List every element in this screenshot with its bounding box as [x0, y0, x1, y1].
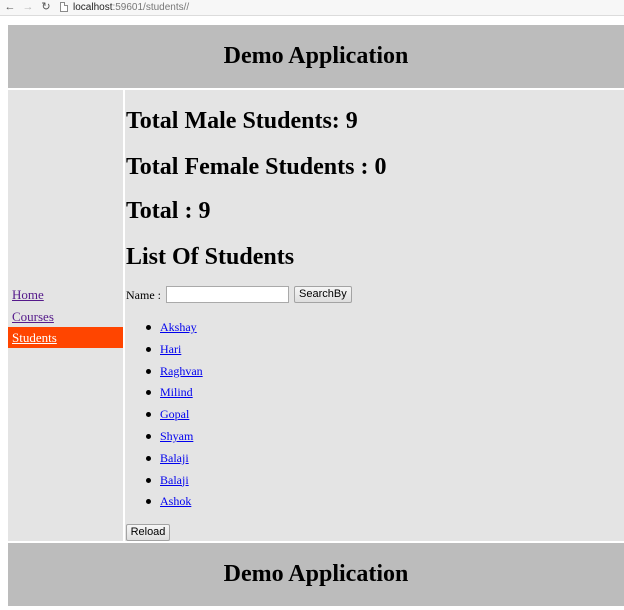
total-heading: Total : 9	[126, 198, 211, 224]
sidebar-item-students[interactable]: Students	[8, 327, 123, 348]
total-female-heading: Total Female Students : 0	[126, 154, 387, 180]
url-host: localhost	[73, 2, 113, 13]
page-header: Demo Application	[8, 25, 624, 88]
search-input[interactable]	[166, 286, 289, 303]
address-bar[interactable]: localhost:59601/students//	[73, 1, 189, 14]
list-item: Milind	[125, 381, 203, 403]
main-content: Total Male Students: 9 Total Female Stud…	[125, 90, 624, 541]
footer-title: Demo Application	[223, 561, 409, 587]
back-arrow-icon[interactable]: ←	[4, 1, 16, 13]
list-item: Balaji	[125, 469, 203, 491]
student-link[interactable]: Hari	[160, 342, 181, 356]
search-form: Name : SearchBy	[126, 286, 352, 304]
list-item: Shyam	[125, 425, 203, 447]
list-item: Balaji	[125, 447, 203, 469]
list-item: Akshay	[125, 316, 203, 338]
list-item: Ashok	[125, 490, 203, 512]
page-footer: Demo Application	[8, 543, 624, 606]
student-link[interactable]: Balaji	[160, 473, 189, 487]
total-male-heading: Total Male Students: 9	[126, 108, 358, 134]
student-link[interactable]: Shyam	[160, 429, 193, 443]
student-link[interactable]: Milind	[160, 385, 193, 399]
url-path: :59601/students//	[112, 2, 190, 13]
student-link[interactable]: Balaji	[160, 451, 189, 465]
search-label: Name :	[126, 288, 161, 302]
list-item: Raghvan	[125, 360, 203, 382]
list-item: Gopal	[125, 403, 203, 425]
student-link[interactable]: Raghvan	[160, 364, 203, 378]
student-list: Akshay Hari Raghvan Milind Gopal Shyam B…	[125, 316, 203, 512]
student-link[interactable]: Ashok	[160, 494, 191, 508]
student-link[interactable]: Gopal	[160, 407, 189, 421]
list-item: Hari	[125, 338, 203, 360]
sidebar: Home Courses Students	[8, 90, 123, 541]
sidebar-item-courses[interactable]: Courses	[8, 306, 123, 327]
student-list-heading: List Of Students	[126, 244, 295, 270]
reload-icon[interactable]: ↻	[40, 1, 52, 13]
browser-toolbar: ← → ↻ localhost:59601/students//	[0, 0, 624, 16]
page-icon	[60, 2, 68, 12]
forward-arrow-icon[interactable]: →	[22, 1, 34, 13]
header-title: Demo Application	[223, 43, 409, 69]
sidebar-item-home[interactable]: Home	[8, 284, 123, 305]
search-button[interactable]: SearchBy	[294, 286, 352, 303]
reload-button[interactable]: Reload	[126, 524, 170, 541]
student-link[interactable]: Akshay	[160, 320, 197, 334]
